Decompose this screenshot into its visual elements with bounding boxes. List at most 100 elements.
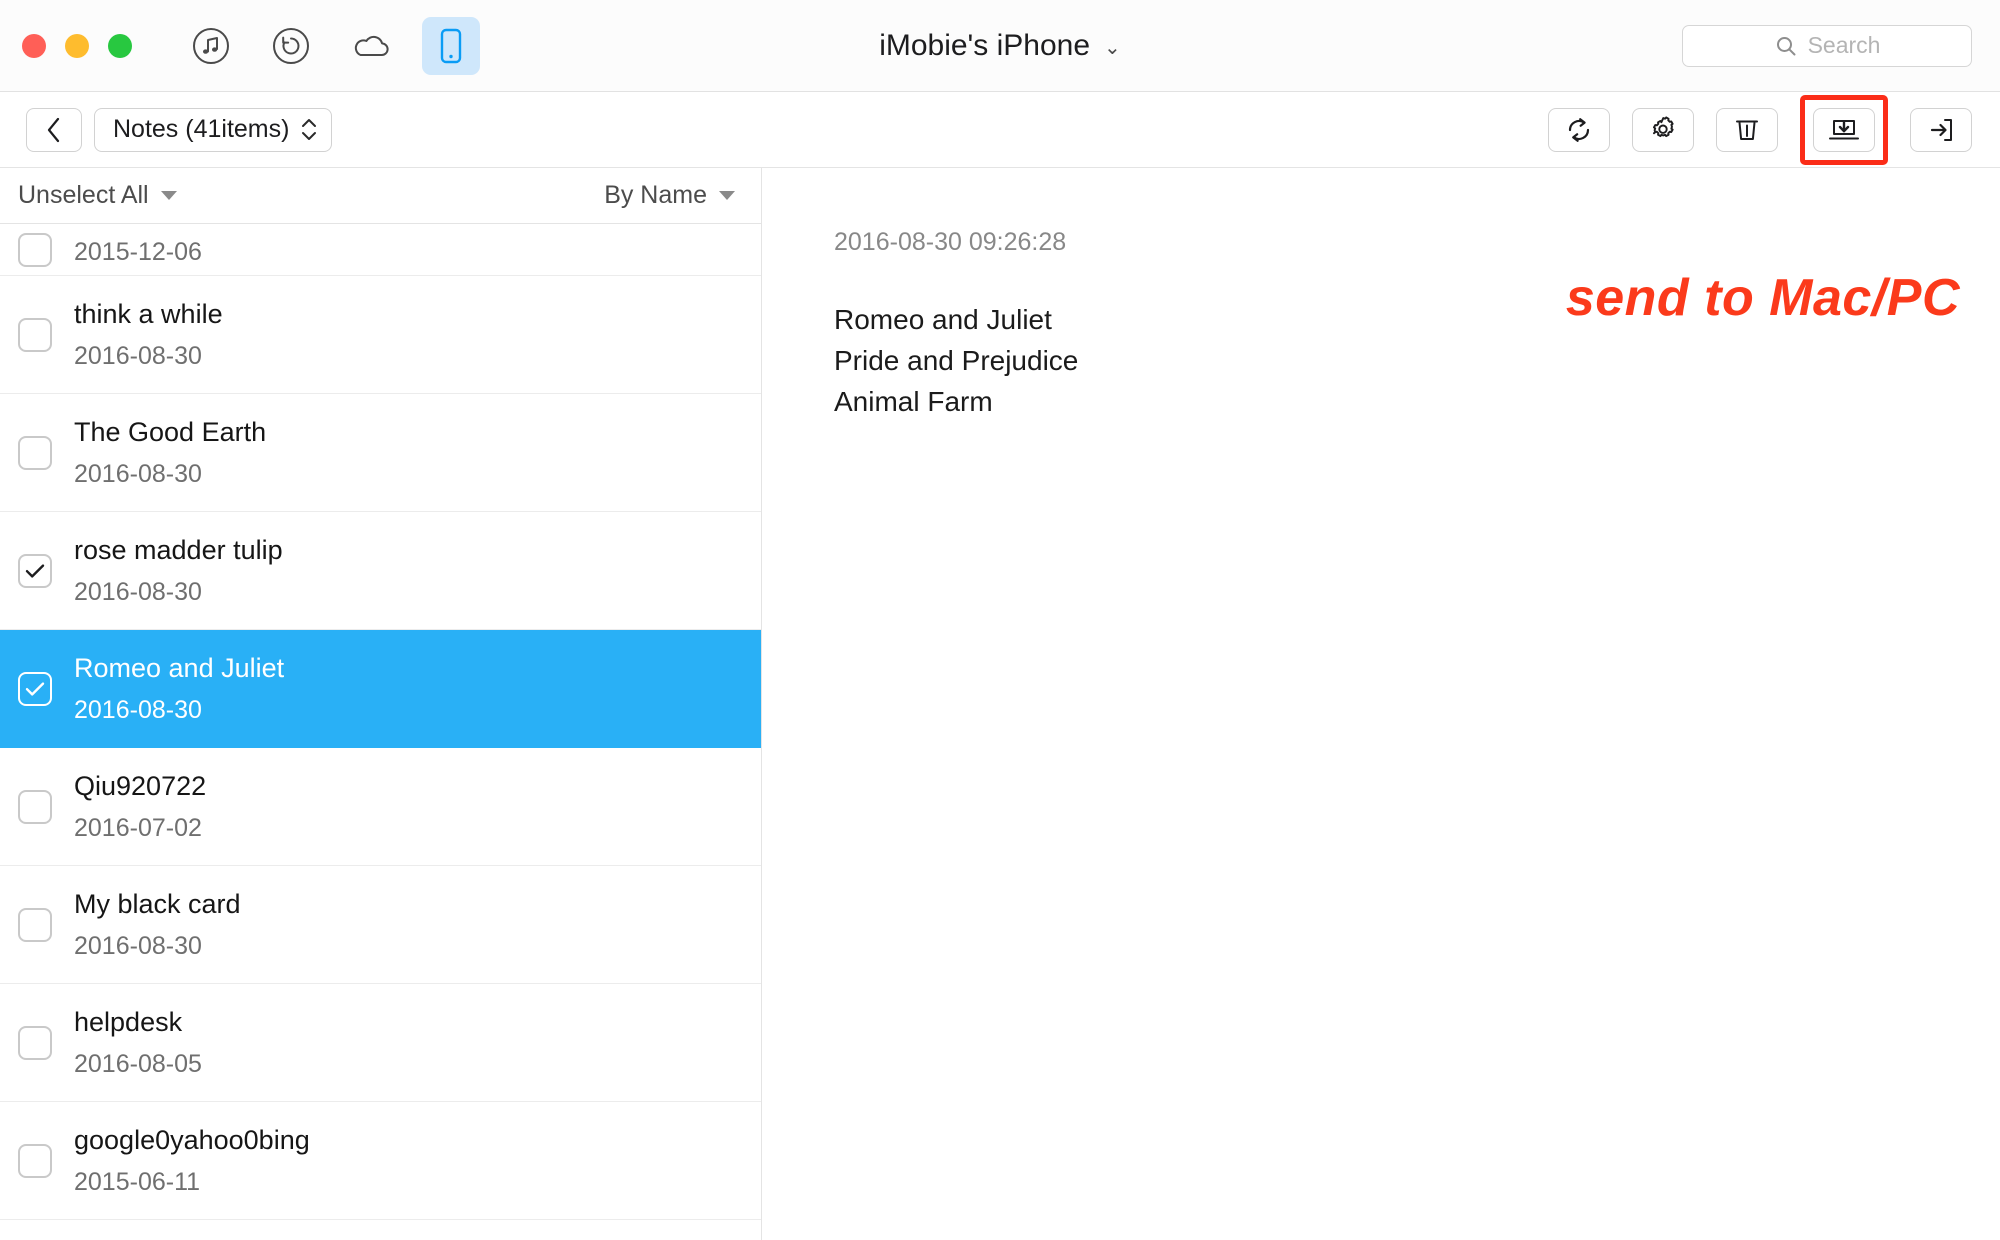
note-checkbox[interactable]: [18, 553, 52, 588]
note-date: 2016-07-02: [74, 813, 202, 842]
note-checkbox[interactable]: [18, 317, 52, 352]
music-icon[interactable]: [182, 17, 240, 75]
note-date: 2016-08-30: [74, 459, 202, 488]
note-title: Romeo and Juliet: [74, 652, 285, 683]
title-bar: iMobie's iPhone ⌄ Search: [0, 0, 2000, 92]
delete-button[interactable]: [1716, 107, 1778, 152]
note-row-text: My black card 2016-08-30: [74, 889, 241, 961]
note-checkbox[interactable]: [18, 435, 52, 470]
check-icon: [25, 563, 45, 578]
note-date: 2015-12-06: [74, 238, 202, 266]
import-to-device-icon: [1930, 118, 1952, 141]
note-date: 2016-08-30: [74, 341, 202, 370]
note-title: Qiu920722: [74, 770, 207, 801]
back-button[interactable]: [26, 107, 82, 152]
note-row-text: Qiu920722 2016-07-02: [74, 771, 206, 843]
note-checkbox[interactable]: [18, 789, 52, 824]
list-item[interactable]: google0yahoo0bing 2015-06-11: [0, 1102, 761, 1220]
restore-history-icon[interactable]: [262, 17, 320, 75]
note-title: The Good Earth: [74, 416, 267, 447]
note-title: helpdesk: [74, 1006, 183, 1037]
note-row-text: 2015-12-06: [74, 238, 202, 267]
notes-list-pane: Unselect All By Name 2015-12-06 think a w…: [0, 168, 762, 1240]
unselect-all-dropdown[interactable]: Unselect All: [18, 181, 177, 210]
note-body-line: Animal Farm: [834, 386, 993, 418]
refresh-icon: [1568, 117, 1590, 142]
note-checkbox[interactable]: [18, 1025, 52, 1060]
import-to-device-button[interactable]: [1910, 107, 1972, 152]
caret-down-icon: [160, 191, 177, 200]
note-title: google0yahoo0bing: [74, 1124, 310, 1155]
note-title: think a while: [74, 298, 223, 329]
chevron-down-icon[interactable]: ⌄: [1104, 35, 1121, 60]
list-item[interactable]: helpdesk 2016-08-05: [0, 984, 761, 1102]
caret-down-icon: [719, 191, 735, 200]
note-row-text: The Good Earth 2016-08-30: [74, 417, 266, 489]
list-item[interactable]: rose madder tulip 2016-08-30: [0, 512, 761, 630]
note-checkbox[interactable]: [18, 1143, 52, 1178]
sort-label: By Name: [604, 181, 707, 209]
note-row-text: helpdesk 2016-08-05: [74, 1007, 202, 1079]
action-bar: Notes (41items): [0, 92, 2000, 168]
refresh-button-wrap: [1548, 107, 1610, 152]
traffic-lights: [22, 33, 132, 58]
annotation-send-to-mac-pc: send to Mac/PC: [1565, 269, 1960, 327]
notes-list[interactable]: 2015-12-06 think a while 2016-08-30 The Goo…: [0, 224, 761, 1240]
note-row-text: google0yahoo0bing 2015-06-11: [74, 1125, 310, 1197]
settings-button-wrap: [1632, 107, 1694, 152]
note-date: 2016-08-05: [74, 1049, 202, 1078]
list-item[interactable]: The Good Earth 2016-08-30: [0, 394, 761, 512]
stepper-updown-icon: [301, 118, 317, 141]
note-checkbox[interactable]: [18, 907, 52, 942]
export-to-computer-button[interactable]: [1813, 107, 1875, 152]
note-date: 2015-06-11: [74, 1167, 201, 1196]
unselect-all-label: Unselect All: [18, 181, 149, 209]
note-row-text: think a while 2016-08-30: [74, 299, 223, 371]
content-area: Unselect All By Name 2015-12-06 think a w…: [0, 168, 2000, 1240]
note-body-line: Pride and Prejudice: [834, 345, 1079, 377]
note-title: rose madder tulip: [74, 534, 283, 565]
note-timestamp: 2016-08-30 09:26:28: [834, 228, 1067, 256]
note-date: 2016-08-30: [74, 695, 202, 724]
search-input[interactable]: Search: [1682, 24, 1972, 67]
chevron-left-icon: [47, 117, 60, 142]
note-detail-pane: 2016-08-30 09:26:28 Romeo and Juliet Prid…: [762, 168, 2000, 1240]
nav-right-group: [1548, 94, 1972, 165]
list-item[interactable]: 2015-12-06: [0, 224, 761, 276]
close-window-button[interactable]: [22, 33, 46, 58]
export-to-computer-highlight: [1800, 94, 1888, 165]
trash-icon: [1736, 120, 1758, 140]
category-label: Notes (41items): [113, 115, 290, 143]
minimize-window-button[interactable]: [65, 33, 89, 58]
note-date: 2016-08-30: [74, 931, 202, 960]
imobie-anytrans-window: iMobie's iPhone ⌄ Search Notes (41items): [0, 0, 2000, 1240]
delete-button-wrap: [1716, 107, 1778, 152]
import-to-device-button-wrap: [1910, 107, 1972, 152]
nav-left-group: Notes (41items): [26, 107, 333, 152]
check-icon: [25, 681, 45, 696]
cloud-icon[interactable]: [342, 17, 400, 75]
search-placeholder: Search: [1807, 32, 1881, 58]
search-area: Search: [1682, 24, 1972, 67]
list-item[interactable]: Romeo and Juliet 2016-08-30: [0, 630, 761, 748]
category-switcher: [182, 16, 480, 75]
page-title: iMobie's iPhone: [879, 28, 1091, 62]
note-date: 2016-08-30: [74, 577, 202, 606]
export-to-mac-icon: [1829, 119, 1859, 139]
list-item[interactable]: My black card 2016-08-30: [0, 866, 761, 984]
zoom-window-button[interactable]: [108, 33, 132, 58]
note-row-text: Romeo and Juliet 2016-08-30: [74, 653, 284, 725]
list-item[interactable]: Qiu920722 2016-07-02: [0, 748, 761, 866]
list-header: Unselect All By Name: [0, 168, 761, 224]
note-checkbox[interactable]: [18, 233, 52, 267]
note-checkbox[interactable]: [18, 671, 52, 706]
device-phone-icon[interactable]: [422, 16, 480, 75]
search-icon: [1776, 36, 1796, 55]
category-dropdown[interactable]: Notes (41items): [94, 107, 333, 152]
sort-dropdown[interactable]: By Name: [604, 181, 735, 210]
refresh-button[interactable]: [1548, 107, 1610, 152]
settings-button[interactable]: [1632, 107, 1694, 152]
note-row-text: rose madder tulip 2016-08-30: [74, 535, 283, 607]
note-title: My black card: [74, 888, 241, 919]
list-item[interactable]: think a while 2016-08-30: [0, 276, 761, 394]
